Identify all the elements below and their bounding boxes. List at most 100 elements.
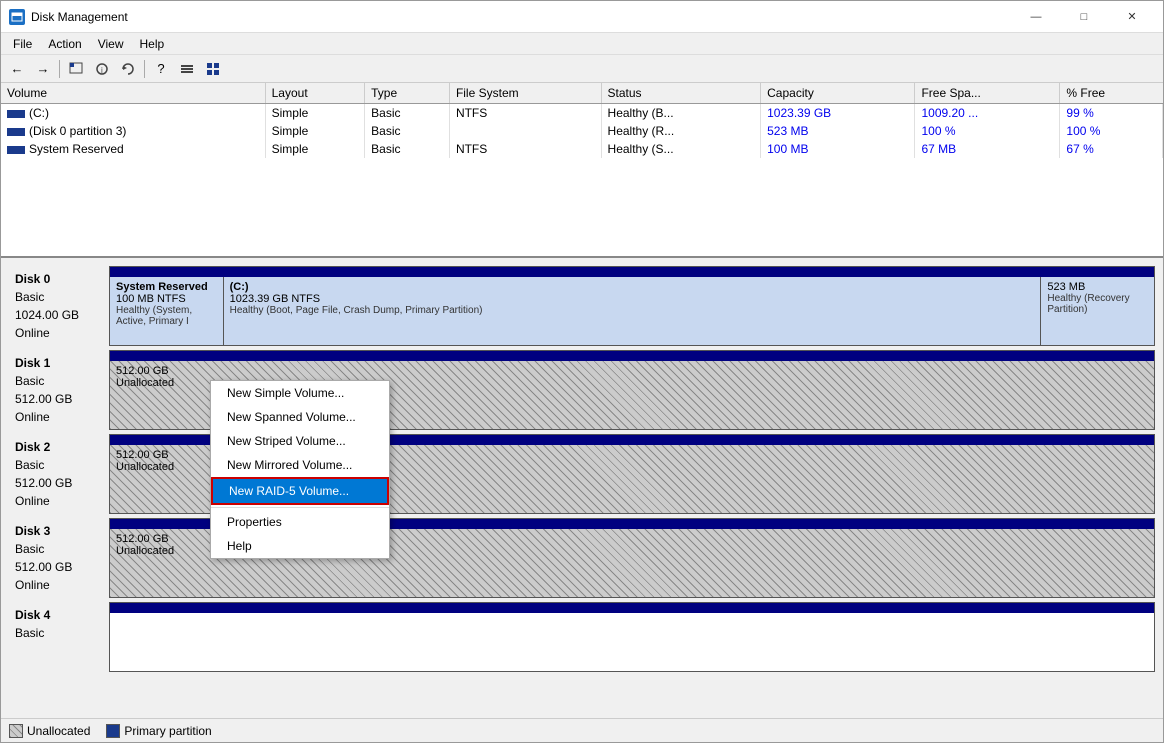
menu-help[interactable]: Help [132, 35, 173, 53]
legend-unallocated: Unallocated [9, 724, 90, 738]
cell-status: Healthy (B... [601, 104, 761, 123]
context-menu: New Simple Volume...New Spanned Volume..… [210, 380, 390, 559]
disk-row: Disk 0 Basic 1024.00 GB OnlineSystem Res… [9, 266, 1155, 346]
maximize-button[interactable]: □ [1061, 1, 1107, 33]
disk-row: Disk 3 Basic 512.00 GB Online512.00 GB U… [9, 518, 1155, 598]
part-name: (C:) [230, 281, 1035, 293]
title-bar: Disk Management — □ ✕ [1, 1, 1163, 33]
context-menu-item[interactable]: New Mirrored Volume... [211, 453, 389, 477]
close-button[interactable]: ✕ [1109, 1, 1155, 33]
cell-layout: Simple [265, 140, 365, 158]
toolbar-sep-2 [144, 60, 145, 78]
col-header-pct[interactable]: % Free [1060, 83, 1163, 104]
menu-bar: File Action View Help [1, 33, 1163, 55]
partition[interactable]: (C:) 1023.39 GB NTFS Healthy (Boot, Page… [224, 267, 1042, 345]
disk-type: Basic [15, 624, 103, 642]
cell-fs: NTFS [449, 140, 601, 158]
disk-name: Disk 0 [15, 270, 103, 288]
volume-table: Volume Layout Type File System Status Ca… [1, 83, 1163, 158]
svg-text:i: i [101, 66, 103, 75]
partition[interactable]: System Reserved 100 MB NTFS Healthy (Sys… [110, 267, 224, 345]
disk-name: Disk 2 [15, 438, 103, 456]
menu-view[interactable]: View [90, 35, 132, 53]
context-menu-item[interactable]: New Simple Volume... [211, 381, 389, 405]
disk-status: Online [15, 492, 103, 510]
col-header-free[interactable]: Free Spa... [915, 83, 1060, 104]
part-size: 523 MB [1047, 281, 1148, 293]
toolbar-sep-1 [59, 60, 60, 78]
toolbar-help[interactable]: ? [149, 58, 173, 80]
col-header-status[interactable]: Status [601, 83, 761, 104]
table-row[interactable]: (C:) Simple Basic NTFS Healthy (B... 102… [1, 104, 1163, 123]
toolbar-forward[interactable]: → [31, 58, 55, 80]
menu-action[interactable]: Action [40, 35, 89, 53]
cell-volume: System Reserved [1, 140, 265, 158]
disk-name: Disk 1 [15, 354, 103, 372]
disk-type: Basic [15, 372, 103, 390]
disk-label: Disk 1 Basic 512.00 GB Online [9, 350, 109, 430]
legend-primary-box [106, 724, 120, 738]
part-status: Healthy (Boot, Page File, Crash Dump, Pr… [230, 305, 1035, 316]
disk-status: Online [15, 576, 103, 594]
minimize-button[interactable]: — [1013, 1, 1059, 33]
disk-row: Disk 4 Basic [9, 602, 1155, 672]
col-header-layout[interactable]: Layout [265, 83, 365, 104]
disk-name: Disk 4 [15, 606, 103, 624]
disk-size: 512.00 GB [15, 474, 103, 492]
cell-capacity: 100 MB [761, 140, 915, 158]
part-size: 1023.39 GB NTFS [230, 293, 1035, 305]
col-header-type[interactable]: Type [365, 83, 450, 104]
main-content: Volume Layout Type File System Status Ca… [1, 83, 1163, 718]
disk-row: Disk 1 Basic 512.00 GB Online512.00 GB U… [9, 350, 1155, 430]
disk-type: Basic [15, 288, 103, 306]
window-icon [9, 9, 25, 25]
context-menu-item[interactable]: New Spanned Volume... [211, 405, 389, 429]
toolbar-up[interactable] [64, 58, 88, 80]
disk-label: Disk 2 Basic 512.00 GB Online [9, 434, 109, 514]
menu-file[interactable]: File [5, 35, 40, 53]
main-window: Disk Management — □ ✕ File Action View H… [0, 0, 1164, 743]
cell-volume: (Disk 0 partition 3) [1, 122, 265, 140]
disk-type: Basic [15, 540, 103, 558]
cell-free: 1009.20 ... [915, 104, 1060, 123]
disk-type: Basic [15, 456, 103, 474]
toolbar-extra1[interactable] [175, 58, 199, 80]
title-bar-left: Disk Management [9, 9, 128, 25]
toolbar-extra2[interactable] [201, 58, 225, 80]
toolbar-properties[interactable]: i [90, 58, 114, 80]
status-bar: Unallocated Primary partition [1, 718, 1163, 742]
context-menu-item[interactable]: New Striped Volume... [211, 429, 389, 453]
cell-type: Basic [365, 140, 450, 158]
title-buttons: — □ ✕ [1013, 1, 1155, 33]
disk-row: Disk 2 Basic 512.00 GB Online512.00 GB U… [9, 434, 1155, 514]
cell-status: Healthy (S... [601, 140, 761, 158]
cell-type: Basic [365, 122, 450, 140]
col-header-fs[interactable]: File System [449, 83, 601, 104]
disk-label: Disk 0 Basic 1024.00 GB Online [9, 266, 109, 346]
table-row[interactable]: System Reserved Simple Basic NTFS Health… [1, 140, 1163, 158]
table-row[interactable]: (Disk 0 partition 3) Simple Basic Health… [1, 122, 1163, 140]
cell-volume: (C:) [1, 104, 265, 123]
part-name: System Reserved [116, 281, 217, 293]
disk-status: Online [15, 324, 103, 342]
window-title: Disk Management [31, 10, 128, 24]
cell-pct: 99 % [1060, 104, 1163, 123]
cell-layout: Simple [265, 104, 365, 123]
context-menu-item[interactable]: Properties [211, 510, 389, 534]
disk-area: Disk 0 Basic 1024.00 GB OnlineSystem Res… [1, 258, 1163, 718]
part-status: Healthy (Recovery Partition) [1047, 293, 1148, 315]
legend-unallocated-box [9, 724, 23, 738]
toolbar-refresh[interactable] [116, 58, 140, 80]
context-menu-item[interactable]: New RAID-5 Volume... [211, 477, 389, 505]
partition[interactable]: 523 MB Healthy (Recovery Partition) [1041, 267, 1154, 345]
cell-pct: 67 % [1060, 140, 1163, 158]
toolbar-back[interactable]: ← [5, 58, 29, 80]
context-menu-item[interactable]: Help [211, 534, 389, 558]
cell-type: Basic [365, 104, 450, 123]
disk-partitions-empty [109, 602, 1155, 672]
part-status: Healthy (System, Active, Primary I [116, 305, 217, 327]
col-header-capacity[interactable]: Capacity [761, 83, 915, 104]
disk-partitions: System Reserved 100 MB NTFS Healthy (Sys… [109, 266, 1155, 346]
col-header-volume[interactable]: Volume [1, 83, 265, 104]
disk-label: Disk 3 Basic 512.00 GB Online [9, 518, 109, 598]
